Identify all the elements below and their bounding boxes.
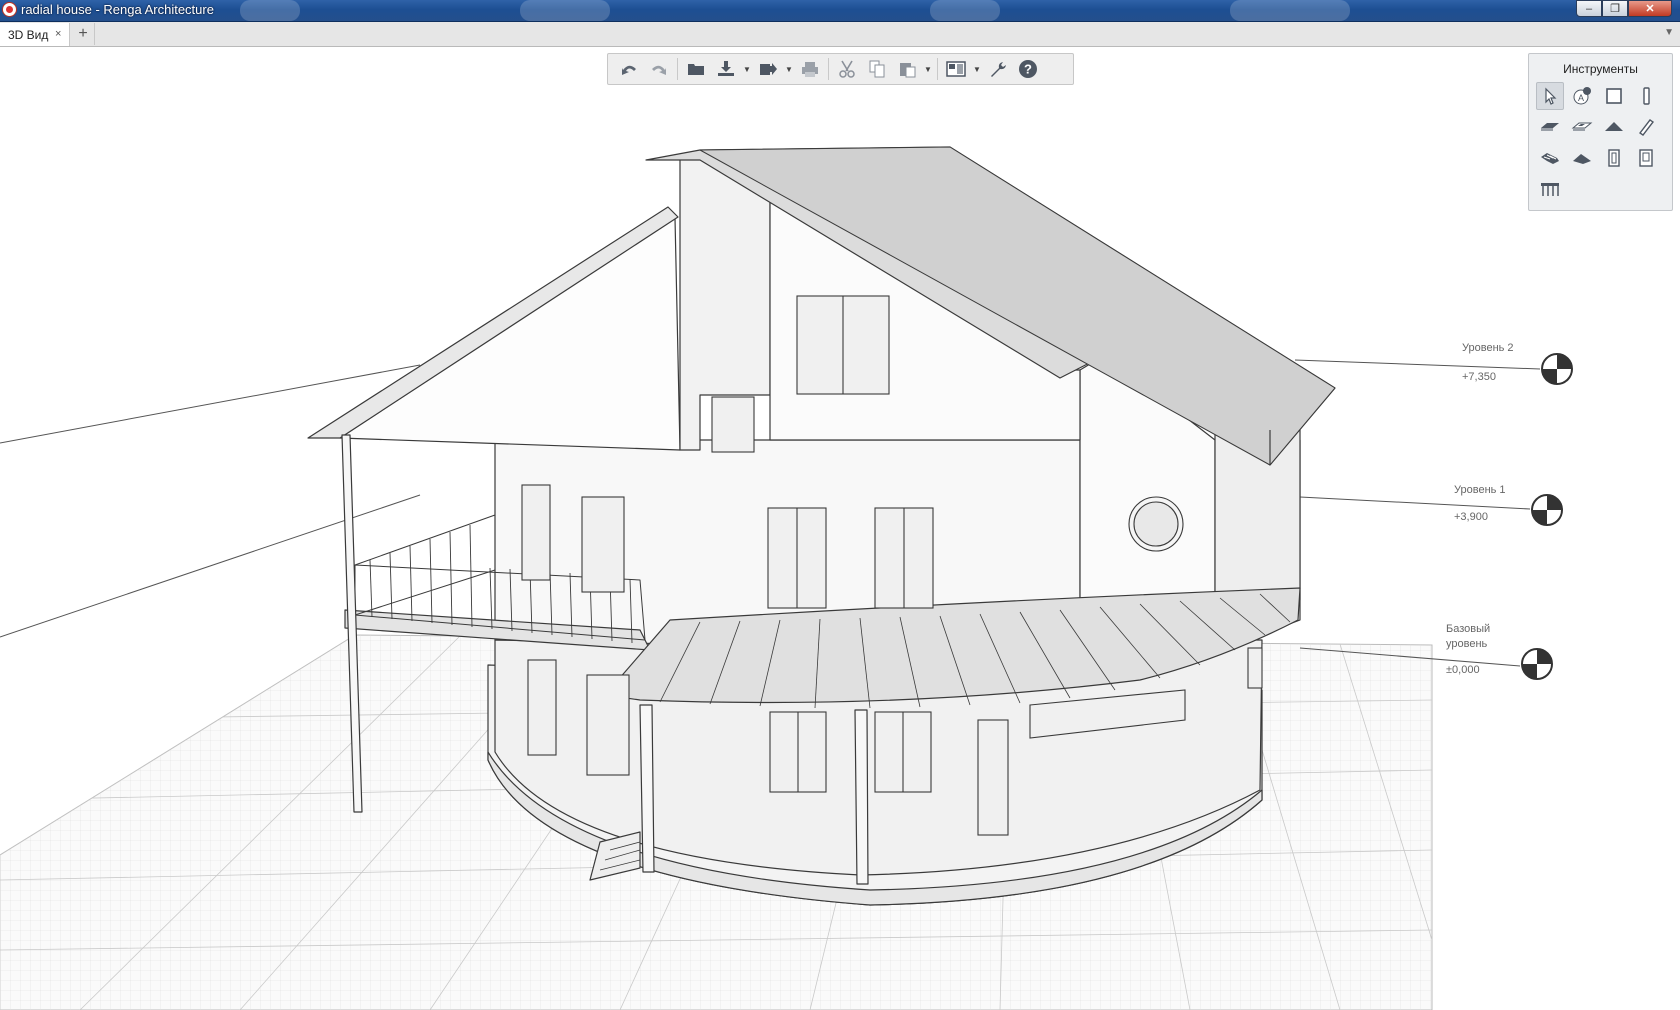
export-button[interactable] [753,56,783,82]
wall-icon [1606,88,1622,104]
views-button[interactable] [941,56,971,82]
window-title: radial house - Renga Architecture [21,2,214,17]
import-dropdown-icon[interactable]: ▼ [741,56,753,82]
tool-door[interactable] [1632,144,1660,172]
window-controls: – ❐ ✕ [1576,0,1672,18]
toolbar-separator [937,58,938,80]
titlebar-glow [930,0,1000,21]
settings-button[interactable] [983,56,1013,82]
3d-model-scene[interactable] [0,47,1680,1010]
open-icon [688,64,704,75]
svg-text:A: A [1578,93,1584,103]
toolbar-separator [677,58,678,80]
level-1-marker-icon[interactable] [1530,493,1564,527]
redo-icon [652,65,666,75]
tool-wall[interactable] [1600,82,1628,110]
wrench-icon [991,62,1006,77]
paste-button[interactable] [892,56,922,82]
cut-button[interactable] [832,56,862,82]
tool-window[interactable] [1600,144,1628,172]
tool-opening[interactable] [1568,113,1596,141]
titlebar-glow [1230,0,1350,21]
titlebar-glow [520,0,610,21]
export-dropdown-icon[interactable]: ▼ [783,56,795,82]
titlebar-glow [240,0,300,21]
tab-3d-view[interactable]: 3D Вид × [0,23,70,46]
minimize-button[interactable]: – [1576,0,1602,17]
3d-viewport[interactable]: Уровень 2 +7,350 Уровень 1 +3,900 Базовы… [0,47,1680,1010]
svg-text:?: ? [1024,62,1032,77]
floor-icon [1541,123,1559,131]
tab-strip: 3D Вид × + ▼ [0,22,1680,47]
tab-close-icon[interactable]: × [55,28,61,40]
tool-ramp[interactable] [1568,144,1596,172]
restore-button[interactable]: ❐ [1602,0,1628,17]
level-1-elevation: +3,900 [1454,511,1488,523]
base-level-name-line2: уровень [1446,638,1488,650]
select-icon [1545,87,1557,105]
tool-roof[interactable] [1600,113,1628,141]
views-dropdown-icon[interactable]: ▼ [971,56,983,82]
stair-icon [1541,153,1559,164]
app-logo-icon[interactable] [2,2,17,17]
tool-select[interactable] [1536,82,1564,110]
level-1-name: Уровень 1 [1454,484,1506,496]
quick-toolbar: ▼ ▼ ▼ ▼ ? [607,53,1074,85]
help-button[interactable]: ? [1013,56,1043,82]
level-2-marker-icon[interactable] [1540,352,1574,386]
door-icon [1639,149,1653,167]
tool-annotation[interactable]: A [1568,82,1596,110]
export-icon [760,63,777,75]
print-button[interactable] [795,56,825,82]
window-icon [1608,149,1620,167]
open-button[interactable] [681,56,711,82]
tool-floor[interactable] [1536,113,1564,141]
undo-icon [622,65,636,75]
tool-column[interactable] [1632,82,1660,110]
base-level-name-line1: Базовый [1446,623,1491,635]
base-level-marker-icon[interactable] [1520,647,1554,681]
close-button[interactable]: ✕ [1628,0,1672,17]
level-2-name: Уровень 2 [1462,342,1514,354]
views-icon [946,61,966,77]
paste-dropdown-icon[interactable]: ▼ [922,56,934,82]
tools-panel: Инструменты A [1528,53,1673,211]
tool-stair[interactable] [1536,144,1564,172]
beam-icon [1638,119,1655,136]
copy-icon [869,60,885,78]
redo-button[interactable] [644,56,674,82]
tool-beam[interactable] [1632,113,1660,141]
tools-panel-title: Инструменты [1563,62,1638,76]
ramp-icon [1573,154,1591,164]
import-button[interactable] [711,56,741,82]
toolbar-separator [828,58,829,80]
base-level-elevation: ±0,000 [1446,664,1480,676]
annotation-icon: A [1573,87,1591,105]
roof-icon [1605,122,1623,131]
tool-railing[interactable] [1536,175,1564,203]
print-icon [802,62,818,77]
railing-icon [1541,183,1559,196]
level-2-elevation: +7,350 [1462,371,1496,383]
copy-button[interactable] [862,56,892,82]
undo-button[interactable] [614,56,644,82]
opening-icon [1571,122,1593,131]
cut-icon [839,60,855,78]
tab-label: 3D Вид [8,28,49,42]
help-icon: ? [1019,60,1037,78]
title-bar: radial house - Renga Architecture – ❐ ✕ [0,0,1680,22]
import-icon [718,61,734,76]
paste-icon [900,63,916,78]
tab-list-dropdown-icon[interactable]: ▼ [1664,27,1674,38]
add-tab-button[interactable]: + [72,23,95,45]
column-icon [1643,87,1650,105]
